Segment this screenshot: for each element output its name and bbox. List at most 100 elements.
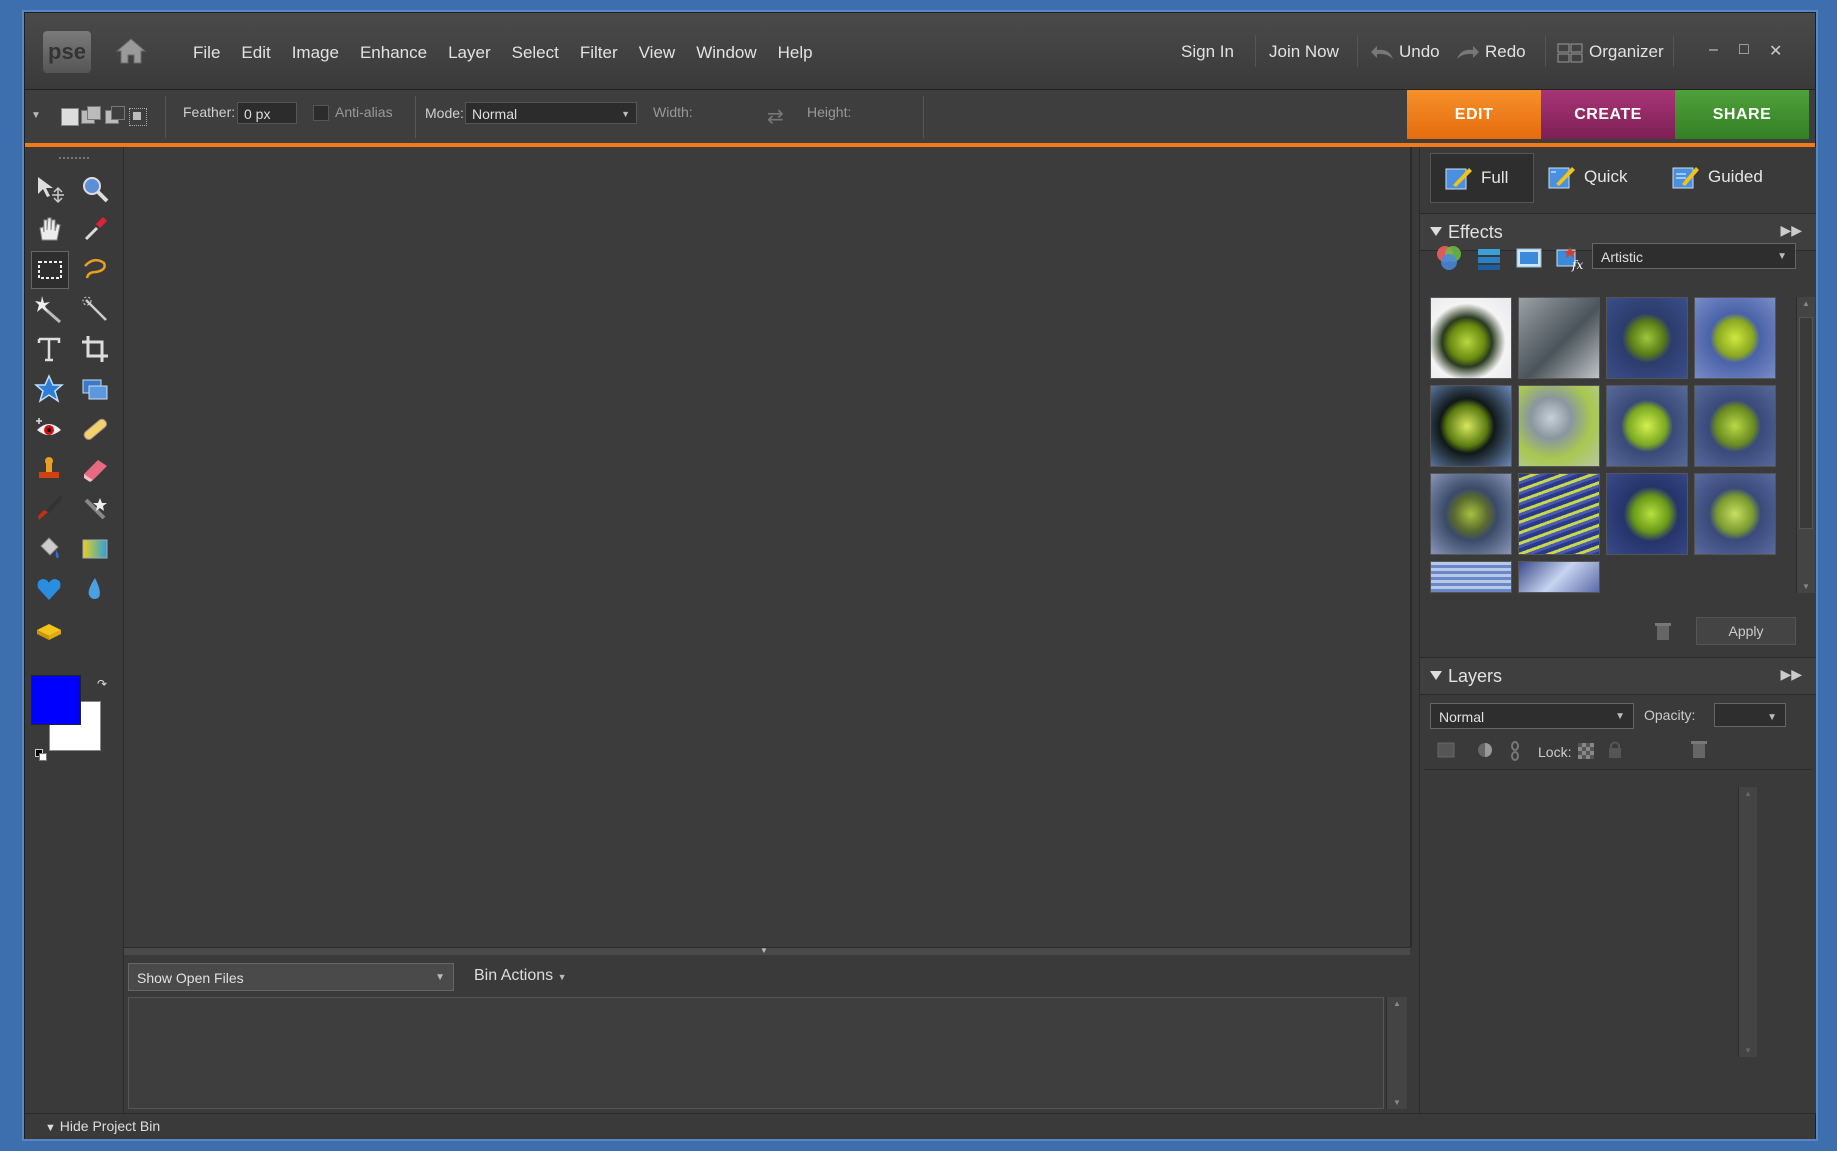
effect-thumbnail[interactable]	[1606, 385, 1688, 467]
selection-mode-intersect-icon[interactable]	[129, 106, 149, 126]
eyedropper-tool-icon[interactable]	[77, 211, 113, 247]
hand-tool-icon[interactable]	[31, 211, 67, 247]
effect-thumbnail[interactable]	[1518, 473, 1600, 555]
minimize-icon[interactable]: –	[1709, 41, 1718, 59]
hide-project-bin-button[interactable]: ▼ Hide Project Bin	[45, 1118, 160, 1134]
new-layer-icon[interactable]	[1436, 741, 1456, 759]
scroll-thumb[interactable]	[1799, 317, 1813, 529]
layers-list[interactable]	[1424, 769, 1812, 770]
custom-shape-tool-icon[interactable]	[31, 571, 67, 607]
menu-view[interactable]: View	[639, 43, 676, 63]
document-canvas[interactable]	[124, 147, 1412, 947]
collapse-triangle-icon[interactable]	[1430, 671, 1442, 680]
panel-menu-icon[interactable]: ▶▶	[1780, 666, 1802, 683]
apply-button[interactable]: Apply	[1696, 617, 1796, 645]
tab-full[interactable]: Full	[1430, 153, 1534, 203]
move-tool-icon[interactable]	[31, 171, 67, 207]
show-open-files-select[interactable]: Show Open Files ▼	[128, 963, 454, 991]
tab-quick[interactable]: Quick	[1534, 153, 1658, 201]
menu-enhance[interactable]: Enhance	[360, 43, 427, 63]
brush-tool-icon[interactable]	[31, 491, 67, 527]
menu-select[interactable]: Select	[512, 43, 559, 63]
effect-thumbnail[interactable]	[1518, 297, 1600, 379]
menu-filter[interactable]: Filter	[580, 43, 618, 63]
organizer-icon[interactable]	[1557, 43, 1583, 68]
swap-dimensions-icon[interactable]: ⇄	[767, 104, 784, 129]
menu-file[interactable]: File	[193, 43, 220, 63]
tab-guided[interactable]: Guided	[1658, 153, 1796, 201]
undo-icon[interactable]	[1369, 43, 1395, 66]
scroll-up-icon[interactable]: ▲	[1744, 789, 1752, 798]
layer-styles-icon[interactable]	[1474, 243, 1504, 273]
maximize-icon[interactable]: □	[1739, 41, 1749, 59]
smart-brush-tool-icon[interactable]	[77, 491, 113, 527]
magic-wand-tool-icon[interactable]	[31, 291, 67, 327]
fx-effects-icon[interactable]: fx	[1554, 243, 1584, 273]
effect-thumbnail[interactable]	[1518, 561, 1600, 593]
scroll-down-icon[interactable]: ▼	[1393, 1098, 1401, 1107]
default-colors-icon[interactable]	[35, 749, 47, 761]
layers-panel-header[interactable]: Layers ▶▶	[1420, 657, 1816, 695]
organizer-button[interactable]: Organizer	[1589, 42, 1664, 62]
crop-tool-icon[interactable]	[77, 331, 113, 367]
options-dropdown-icon[interactable]: ▼	[31, 110, 41, 121]
menu-image[interactable]: Image	[292, 43, 339, 63]
selection-mode-new-icon[interactable]	[61, 108, 79, 126]
background-color-swatch[interactable]	[31, 675, 81, 725]
menu-help[interactable]: Help	[778, 43, 813, 63]
lasso-tool-icon[interactable]	[77, 251, 113, 287]
link-layers-icon[interactable]	[1508, 741, 1522, 761]
effect-thumbnail[interactable]	[1606, 473, 1688, 555]
healing-brush-tool-icon[interactable]	[77, 411, 113, 447]
effect-thumbnail[interactable]	[1694, 473, 1776, 555]
layer-blend-mode-select[interactable]: Normal ▼	[1430, 703, 1634, 729]
menu-window[interactable]: Window	[696, 43, 756, 63]
lock-transparency-icon[interactable]	[1578, 743, 1594, 759]
join-now-link[interactable]: Join Now	[1269, 42, 1339, 62]
effect-thumbnail[interactable]	[1518, 385, 1600, 467]
paint-bucket-tool-icon[interactable]	[31, 531, 67, 567]
menu-layer[interactable]: Layer	[448, 43, 491, 63]
redo-icon[interactable]	[1455, 43, 1481, 66]
effects-scrollbar[interactable]: ▲ ▼	[1796, 297, 1815, 593]
swap-colors-icon[interactable]: ↷	[97, 677, 107, 691]
cookie-cutter-tool-icon[interactable]	[31, 371, 67, 407]
selection-mode-subtract-icon[interactable]	[105, 106, 125, 126]
tab-edit[interactable]: EDIT	[1407, 90, 1541, 139]
menu-edit[interactable]: Edit	[241, 43, 270, 63]
quick-selection-tool-icon[interactable]	[77, 291, 113, 327]
toolbox-grip[interactable]	[59, 157, 89, 161]
scroll-up-icon[interactable]: ▲	[1802, 299, 1810, 308]
collapse-arrow-icon[interactable]: ▼	[760, 946, 768, 955]
effect-thumbnail[interactable]	[1430, 385, 1512, 467]
type-tool-icon[interactable]	[31, 331, 67, 367]
delete-layer-icon[interactable]	[1690, 739, 1708, 759]
project-bin-scrollbar[interactable]: ▲ ▼	[1386, 997, 1407, 1109]
collapse-triangle-icon[interactable]	[1430, 227, 1442, 236]
adjustment-layer-icon[interactable]	[1476, 741, 1496, 759]
blur-tool-icon[interactable]	[77, 571, 113, 607]
sign-in-link[interactable]: Sign In	[1181, 42, 1234, 62]
marquee-tool-icon[interactable]	[31, 251, 69, 289]
opacity-input[interactable]: ▼	[1714, 703, 1786, 727]
lock-icon[interactable]	[1606, 739, 1624, 759]
trash-icon[interactable]	[1654, 621, 1672, 646]
effects-category-select[interactable]: Artistic ▼	[1592, 243, 1796, 269]
tab-share[interactable]: SHARE	[1675, 90, 1809, 139]
antialias-checkbox[interactable]	[313, 105, 329, 121]
red-eye-tool-icon[interactable]	[31, 411, 67, 447]
bin-actions-menu[interactable]: Bin Actions ▼	[474, 967, 567, 985]
effect-thumbnail[interactable]	[1606, 297, 1688, 379]
tab-create[interactable]: CREATE	[1541, 90, 1675, 139]
effect-thumbnail[interactable]	[1694, 385, 1776, 467]
filters-icon[interactable]	[1434, 243, 1464, 273]
sponge-tool-icon[interactable]	[31, 613, 67, 649]
effect-thumbnail[interactable]	[1430, 473, 1512, 555]
effect-thumbnail[interactable]	[1430, 297, 1512, 379]
undo-button[interactable]: Undo	[1399, 42, 1440, 62]
straighten-tool-icon[interactable]	[77, 371, 113, 407]
panel-menu-icon[interactable]: ▶▶	[1780, 222, 1802, 239]
zoom-tool-icon[interactable]	[77, 171, 113, 207]
layers-scrollbar[interactable]: ▲ ▼	[1738, 787, 1757, 1057]
effect-thumbnail[interactable]	[1694, 297, 1776, 379]
